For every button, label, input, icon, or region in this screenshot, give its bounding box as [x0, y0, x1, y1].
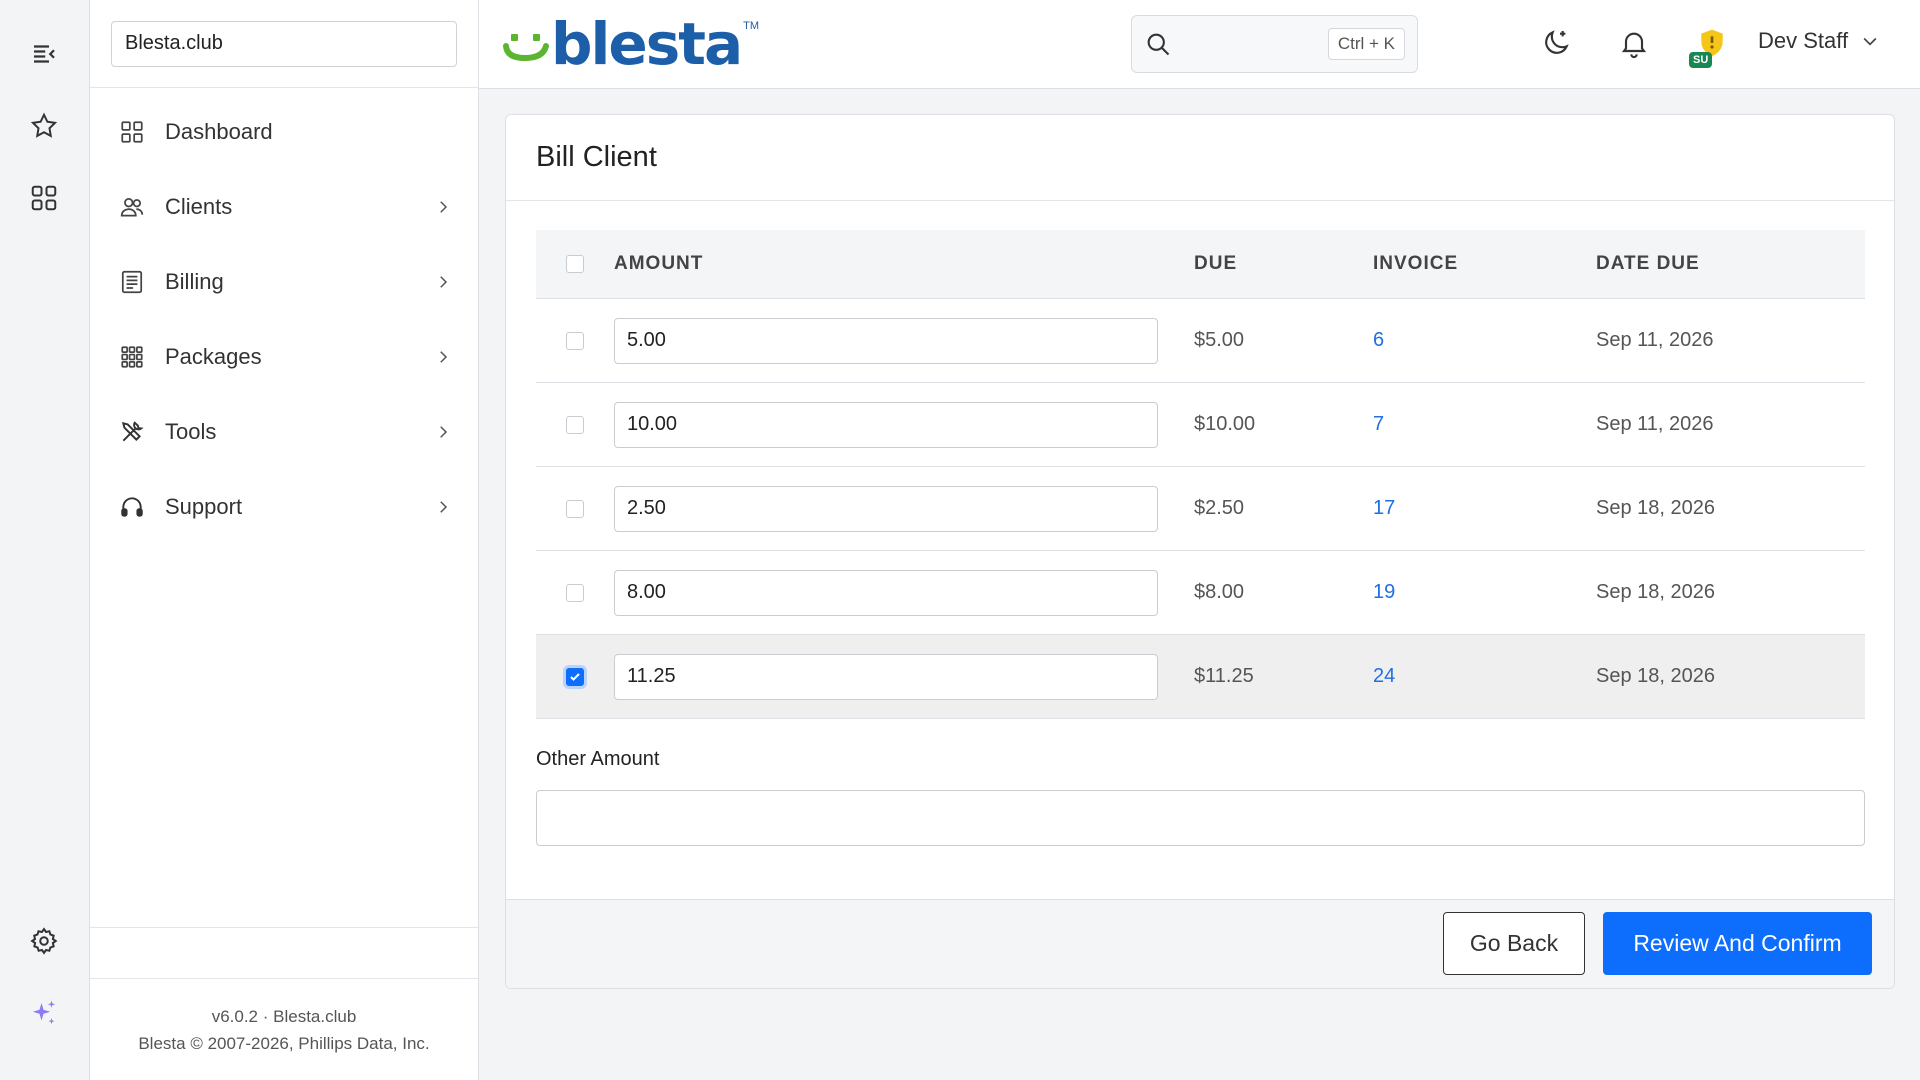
- date-due-cell: Sep 11, 2026: [1596, 329, 1714, 351]
- table-row: 2.50 $2.50 17 Sep 18, 2026: [536, 467, 1865, 551]
- sidebar-item-clients[interactable]: Clients: [90, 169, 478, 244]
- column-header-date-due: DATE DUE: [1596, 253, 1700, 274]
- search-box[interactable]: Ctrl + K: [1131, 15, 1418, 73]
- page-title: Bill Client: [506, 115, 1894, 201]
- amount-input[interactable]: 5.00: [614, 317, 1158, 364]
- amount-input[interactable]: 10.00: [614, 401, 1158, 448]
- version-text: v6.0.2 · Blesta.club: [211, 1007, 357, 1026]
- company-name: Blesta.club: [125, 32, 223, 54]
- column-header-invoice: INVOICE: [1373, 253, 1459, 274]
- table-row: 5.00 $5.00 6 Sep 11, 2026: [536, 299, 1865, 383]
- card-footer: Go Back Review And Confirm: [506, 899, 1894, 988]
- table-header: AMOUNT DUE INVOICE DATE DUE: [536, 230, 1865, 299]
- chevron-right-icon: [440, 200, 448, 213]
- copyright-text: Blesta © 2007-2026, Phillips Data, Inc.: [138, 1034, 430, 1053]
- review-confirm-button[interactable]: Review And Confirm: [1603, 912, 1872, 975]
- date-due-cell: Sep 11, 2026: [1596, 413, 1714, 435]
- star-icon[interactable]: [26, 108, 62, 144]
- checkmark-icon: [570, 672, 580, 681]
- invoice-link[interactable]: 17: [1373, 497, 1395, 519]
- headset-icon: [118, 493, 146, 521]
- sidebar-item-packages[interactable]: Packages: [90, 319, 478, 394]
- invoice-link[interactable]: 19: [1373, 581, 1395, 603]
- blesta-logo[interactable]: blesta TM: [503, 14, 759, 74]
- select-all-checkbox[interactable]: [566, 255, 584, 273]
- sidebar-nav: Dashboard Clients Billing Packages Tools…: [90, 88, 478, 544]
- notifications-bell-icon[interactable]: [1613, 22, 1655, 64]
- invoice-link[interactable]: 6: [1373, 329, 1384, 351]
- row-checkbox[interactable]: [566, 499, 584, 518]
- sidebar-item-label: Support: [165, 493, 243, 519]
- search-icon: [1147, 33, 1170, 56]
- user-name: Dev Staff: [1758, 28, 1849, 53]
- sidebar-divider: [90, 927, 478, 979]
- sidebar-item-billing[interactable]: Billing: [90, 244, 478, 319]
- collapse-menu-icon[interactable]: [26, 36, 62, 72]
- tools-icon: [118, 418, 146, 446]
- table-row: 11.25 $11.25 24 Sep 18, 2026: [536, 635, 1865, 719]
- invoices-table: AMOUNT DUE INVOICE DATE DUE 5.00 $5.00 6…: [536, 230, 1865, 719]
- apps-grid-icon[interactable]: [26, 180, 62, 216]
- date-due-cell: Sep 18, 2026: [1596, 581, 1715, 603]
- due-cell: $8.00: [1194, 581, 1245, 603]
- ai-sparkle-icon[interactable]: [26, 995, 62, 1031]
- row-checkbox[interactable]: [566, 415, 584, 434]
- row-checkbox[interactable]: [566, 667, 584, 686]
- logo-text: blesta: [551, 10, 743, 78]
- logo-trademark: TM: [743, 20, 760, 32]
- due-cell: $11.25: [1194, 665, 1254, 687]
- due-cell: $2.50: [1194, 497, 1245, 519]
- user-menu[interactable]: Dev Staff: [1758, 28, 1880, 54]
- column-header-amount: AMOUNT: [614, 253, 704, 274]
- dark-mode-icon[interactable]: [1535, 22, 1577, 64]
- sidebar-footer: v6.0.2 · Blesta.club Blesta © 2007-2026,…: [90, 1003, 478, 1057]
- table-row: 8.00 $8.00 19 Sep 18, 2026: [536, 551, 1865, 635]
- row-checkbox[interactable]: [566, 583, 584, 602]
- row-checkbox[interactable]: [566, 331, 584, 350]
- other-amount-input[interactable]: [536, 790, 1865, 846]
- amount-input[interactable]: 8.00: [614, 569, 1158, 616]
- date-due-cell: Sep 18, 2026: [1596, 665, 1715, 687]
- sidebar-item-label: Packages: [165, 343, 262, 369]
- amount-input[interactable]: 11.25: [614, 653, 1158, 700]
- chevron-right-icon: [440, 275, 448, 288]
- amount-input[interactable]: 2.50: [614, 485, 1158, 532]
- dashboard-icon: [118, 118, 146, 146]
- go-back-button[interactable]: Go Back: [1443, 912, 1585, 975]
- chevron-right-icon: [440, 350, 448, 363]
- sidebar-item-tools[interactable]: Tools: [90, 394, 478, 469]
- company-selector[interactable]: Blesta.club: [111, 20, 457, 67]
- column-header-due: DUE: [1194, 253, 1238, 274]
- users-icon: [118, 193, 146, 221]
- invoice-link[interactable]: 24: [1373, 665, 1395, 687]
- billing-list-icon: [118, 268, 146, 296]
- sidebar-item-label: Dashboard: [165, 118, 273, 144]
- sidebar-item-label: Tools: [165, 418, 217, 444]
- table-row: 10.00 $10.00 7 Sep 11, 2026: [536, 383, 1865, 467]
- settings-gear-icon[interactable]: [26, 923, 62, 959]
- chevron-right-icon: [440, 425, 448, 438]
- sidebar-item-label: Clients: [165, 193, 233, 219]
- due-cell: $5.00: [1194, 329, 1245, 351]
- sidebar-item-label: Billing: [165, 268, 224, 294]
- chevron-right-icon: [440, 500, 448, 513]
- search-shortcut-hint: Ctrl + K: [1327, 28, 1405, 60]
- date-due-cell: Sep 18, 2026: [1596, 497, 1715, 519]
- sidebar-item-dashboard[interactable]: Dashboard: [90, 94, 478, 169]
- bill-client-card: Bill Client AMOUNT DUE INVOICE DATE DUE …: [505, 114, 1895, 989]
- icon-rail: [0, 0, 90, 1080]
- role-badge: SU: [1689, 52, 1713, 68]
- sidebar-header: Blesta.club: [90, 0, 478, 88]
- other-amount-label: Other Amount: [536, 748, 660, 770]
- top-header: blesta TM Ctrl + K SU Dev Staff: [479, 0, 1920, 89]
- sidebar-item-support[interactable]: Support: [90, 469, 478, 544]
- due-cell: $10.00: [1194, 413, 1256, 435]
- logo-smile-icon: [503, 34, 549, 62]
- sidebar: Blesta.club Dashboard Clients Billing Pa…: [90, 0, 479, 1080]
- packages-grid-icon: [118, 343, 146, 371]
- chevron-down-icon: [1863, 37, 1877, 46]
- invoice-link[interactable]: 7: [1373, 413, 1384, 435]
